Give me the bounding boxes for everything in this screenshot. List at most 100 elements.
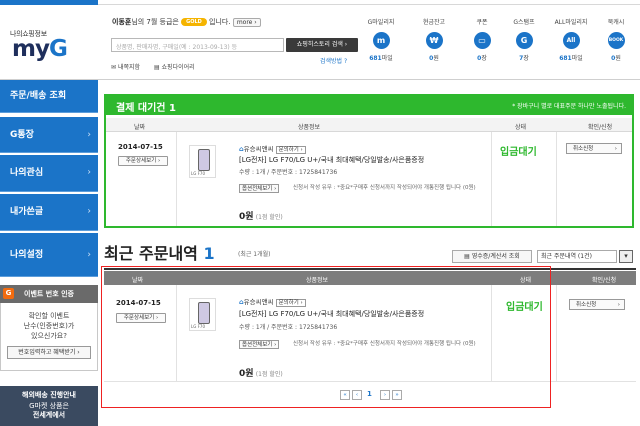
message-box-label: 내쪽지함 bbox=[117, 64, 141, 71]
search-help-label: 검색방법 bbox=[320, 58, 343, 65]
col-status: 상태 bbox=[515, 124, 527, 131]
shopping-diary-link[interactable]: ▤ 쇼핑다이어리 bbox=[154, 64, 201, 71]
prev-page-button[interactable]: ‹ bbox=[352, 390, 362, 400]
receipt-label: 영수증/계산서 조회 bbox=[471, 253, 520, 260]
chevron-down-icon[interactable]: ▾ bbox=[619, 250, 633, 263]
overseas-shipping-title: 해외배송 진행안내 bbox=[22, 391, 76, 399]
sidebar-item-label: G통장 bbox=[10, 130, 34, 140]
chevron-right-icon: › bbox=[87, 206, 91, 217]
inquiry-button[interactable]: 문의하기 › bbox=[275, 146, 306, 154]
event-auth-title: G 이벤트 번호 인증 bbox=[0, 285, 98, 303]
sidebar-item-label: 나의설정 bbox=[10, 250, 44, 260]
sidebar-item-label: 주문/배송 조회 bbox=[10, 91, 67, 101]
pending-payment-header: 결제 대기건 1 * 장바구니 별로 대표주문 하나만 노출됩니다. bbox=[106, 96, 632, 115]
event-text-line: 있으신가요? bbox=[31, 332, 67, 340]
logo-text-my: my bbox=[12, 36, 50, 62]
sidebar-item-settings[interactable]: 나의설정 › bbox=[0, 233, 98, 277]
stat-coupon[interactable]: 쿠폰 ▭ 0장 bbox=[458, 17, 506, 62]
greeting-mid: 님의 7월 등급은 bbox=[131, 18, 179, 26]
stat-label: 현금잔고 bbox=[422, 19, 446, 26]
stat-unit: 장 bbox=[481, 55, 487, 62]
pending-notice: * 장바구니 별로 대표주문 하나만 노출됩니다. bbox=[512, 103, 626, 110]
pending-count: 1 bbox=[168, 103, 176, 114]
phone-screen bbox=[198, 149, 210, 171]
grade-badge: GOLD bbox=[181, 18, 207, 26]
gmarket-g-icon: G bbox=[3, 288, 14, 299]
event-text-line: 확인할 이벤트 bbox=[28, 312, 70, 320]
col-date: 날짜 bbox=[134, 124, 146, 131]
stat-g-stamp[interactable]: G스탬프 G 7장 bbox=[500, 17, 548, 62]
pending-table-header: 날짜 상품정보 상태 확인/신청 bbox=[106, 118, 632, 132]
first-page-button[interactable]: « bbox=[340, 390, 350, 400]
stat-value: 681마일 bbox=[357, 53, 405, 62]
shopping-diary-label: 쇼핑다이어리 bbox=[161, 64, 195, 71]
event-auth-button-label: 번호입력하고 혜택받기 bbox=[18, 349, 76, 356]
chevron-right-icon: › bbox=[87, 249, 91, 260]
event-auth-text: 확인할 이벤트 난수(인증번호)가 있으신가요? bbox=[0, 311, 98, 341]
cancel-request-button[interactable]: 취소신청 › bbox=[566, 143, 622, 154]
more-label: more bbox=[236, 19, 253, 26]
stat-label: 북캐시 bbox=[607, 19, 625, 26]
inquiry-label: 문의하기 bbox=[278, 147, 299, 153]
history-search-input[interactable]: 상품명, 판매자명, 구매일(예 : 2013-09-13) 등 bbox=[111, 38, 284, 52]
cancel-label: 취소신청 bbox=[573, 146, 594, 152]
receipt-lookup-button[interactable]: ▤ 영수증/계산서 조회 bbox=[452, 250, 532, 263]
recent-orders-title: 최근 주문내역 1 bbox=[104, 240, 215, 264]
product-name[interactable]: [LG전자] LG F70/LG U+/국내 최대혜택/당일발송/사은품증정 bbox=[239, 155, 424, 165]
message-box-link[interactable]: ✉ 내쪽지함 bbox=[111, 64, 146, 71]
stat-unit: 마일 bbox=[381, 55, 393, 62]
order-status: 입금대기 bbox=[500, 147, 537, 158]
thumb-caption: LG F70 bbox=[191, 171, 205, 176]
mygmarket-logo[interactable]: myG bbox=[12, 36, 68, 62]
chevron-right-icon: › bbox=[617, 302, 620, 308]
search-help-link[interactable]: 검색방법 ? bbox=[320, 56, 347, 65]
stat-g-mileage[interactable]: G마일리지 m 681마일 bbox=[357, 17, 405, 62]
seller-name[interactable]: 유승씨앤씨 bbox=[244, 145, 274, 153]
sidebar-item-label: 내가쓴글 bbox=[10, 207, 44, 217]
stat-number: 681 bbox=[559, 55, 572, 62]
stat-book-cash[interactable]: 북캐시 BOOK 0원 bbox=[592, 17, 640, 62]
stat-label: G마일리지 bbox=[367, 19, 395, 26]
col-action: 확인/신청 bbox=[588, 124, 613, 131]
stat-label: G스탬프 bbox=[513, 19, 535, 26]
all-mileage-icon: All bbox=[562, 32, 580, 49]
order-detail-button[interactable]: 주문상세보기 › bbox=[118, 156, 168, 166]
next-page-button[interactable]: › bbox=[380, 390, 390, 400]
history-search-label: 쇼핑히스토리 검색 bbox=[296, 41, 343, 48]
col-divider bbox=[556, 285, 557, 381]
user-name: 이동훈 bbox=[112, 18, 132, 26]
pending-title: 결제 대기건 1 bbox=[116, 99, 176, 114]
stat-value: 0원 bbox=[592, 53, 640, 62]
sidebar-item-label: 나의관심 bbox=[10, 168, 44, 178]
product-thumbnail[interactable]: LG F70 bbox=[189, 145, 216, 178]
sidebar-item-g-account[interactable]: G통장 › bbox=[0, 117, 98, 153]
order-date: 2014-07-15 bbox=[118, 143, 163, 151]
logo-text-g: G bbox=[48, 36, 68, 62]
sidebar-item-order-delivery[interactable]: 주문/배송 조회 bbox=[0, 80, 98, 113]
last-page-button[interactable]: » bbox=[392, 390, 402, 400]
col-product: 상품정보 bbox=[298, 124, 321, 131]
chevron-right-icon: › bbox=[87, 129, 91, 140]
stamp-icon: G bbox=[515, 32, 533, 49]
stat-value: 681마일 bbox=[547, 53, 595, 62]
stat-label: 쿠폰 bbox=[476, 19, 488, 26]
recent-orders-label: 최근 주문내역 bbox=[104, 244, 198, 263]
current-page[interactable]: 1 bbox=[367, 390, 372, 398]
period-select[interactable]: 최근 주문내역 (1건) bbox=[537, 250, 617, 263]
coupon-icon: ▭ bbox=[473, 32, 491, 49]
stat-all-mileage[interactable]: ALL마일리지 All 681마일 bbox=[547, 17, 595, 62]
sidebar-item-interests[interactable]: 나의관심 › bbox=[0, 155, 98, 192]
col-divider bbox=[556, 132, 557, 226]
chevron-right-icon: › bbox=[87, 167, 91, 178]
stat-cash-balance[interactable]: 현금잔고 ₩ 0원 bbox=[410, 17, 458, 62]
history-search-button[interactable]: 쇼핑히스토리 검색 › bbox=[286, 38, 358, 52]
event-auth-button[interactable]: 번호입력하고 혜택받기 › bbox=[7, 346, 91, 359]
option-view-button[interactable]: 옵션전체보기 › bbox=[239, 184, 280, 193]
cancel-request-button[interactable]: 취소신청 › bbox=[569, 299, 625, 310]
more-button[interactable]: more › bbox=[232, 18, 261, 27]
cash-icon: ₩ bbox=[425, 32, 443, 49]
cancel-label: 취소신청 bbox=[576, 302, 597, 308]
sidebar-item-my-posts[interactable]: 내가쓴글 › bbox=[0, 194, 98, 231]
book-icon: BOOK bbox=[607, 32, 625, 49]
greeting-end: 입니다. bbox=[209, 18, 231, 26]
